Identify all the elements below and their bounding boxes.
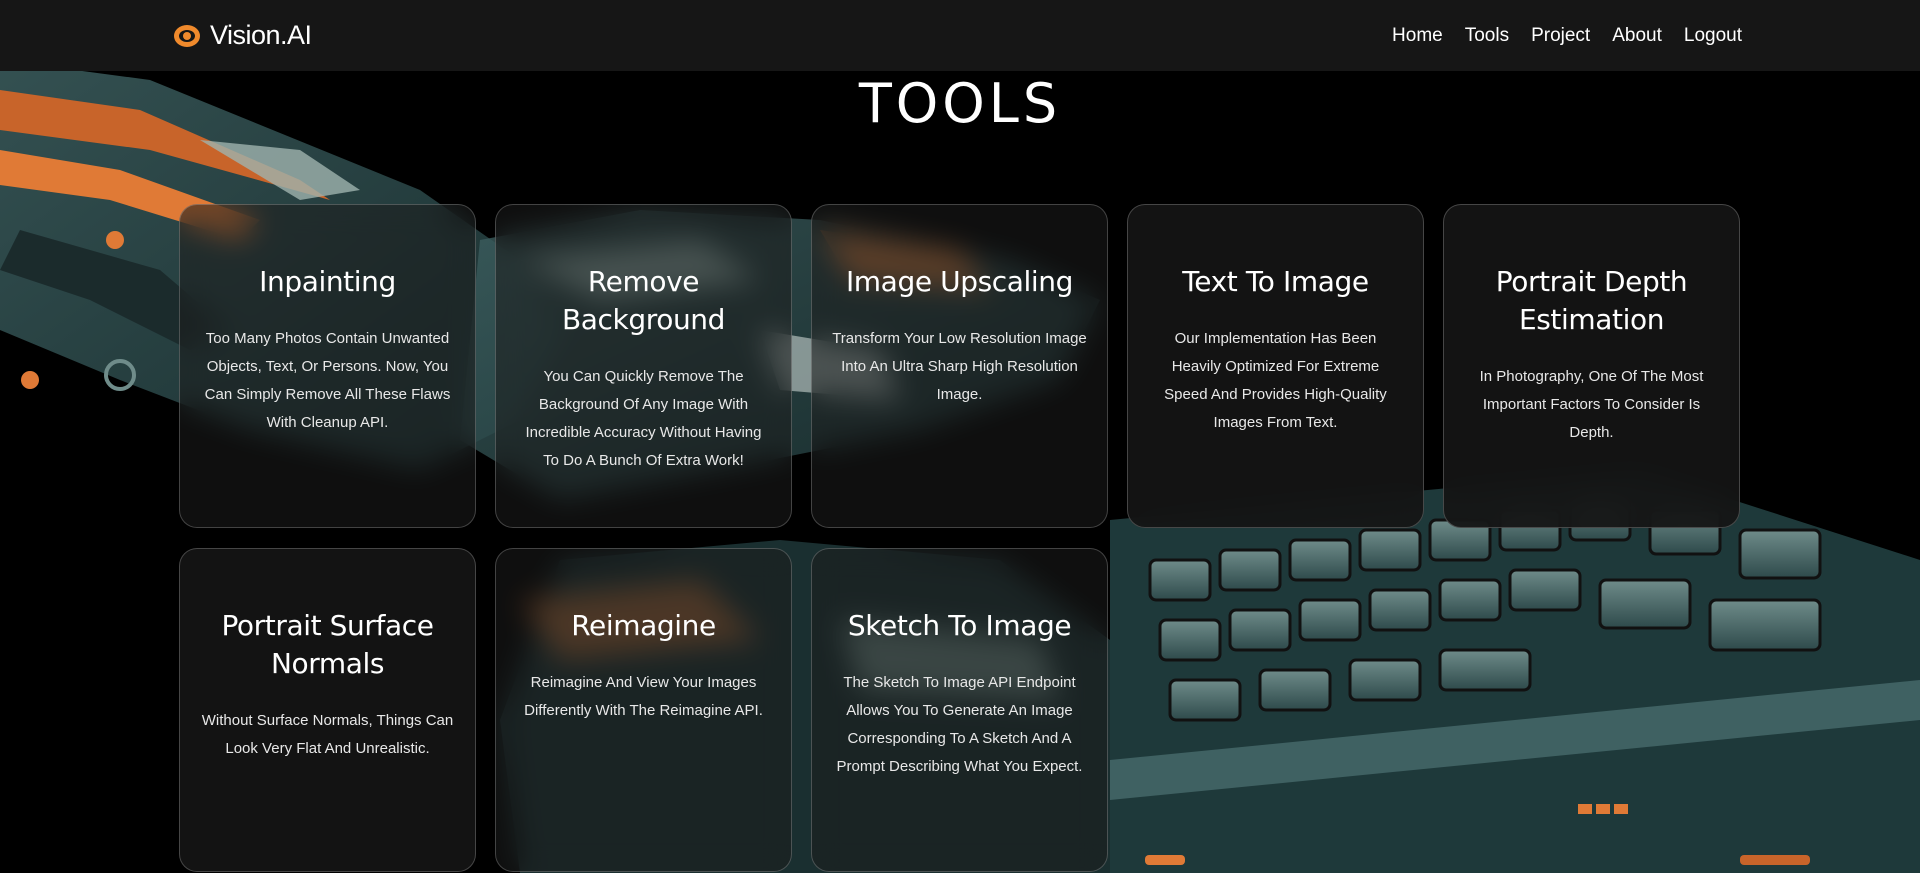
nav-link-home[interactable]: Home xyxy=(1392,25,1443,47)
tool-card-reimagine[interactable]: Reimagine Reimagine And View Your Images… xyxy=(495,548,792,872)
nav-link-about[interactable]: About xyxy=(1612,25,1662,47)
eye-icon xyxy=(172,21,202,51)
main-nav: Home Tools Project About Logout xyxy=(1392,25,1742,47)
tool-card-sketch-to-image[interactable]: Sketch To Image The Sketch To Image API … xyxy=(811,548,1108,872)
tool-card-image-upscaling[interactable]: Image Upscaling Transform Your Low Resol… xyxy=(811,204,1108,528)
tool-card-title: Portrait Surface Normals xyxy=(221,609,434,680)
brand-logo[interactable]: Vision.AI xyxy=(172,20,312,51)
tool-card-title: Reimagine xyxy=(571,609,716,642)
tool-card-description: The Sketch To Image API Endpoint Allows … xyxy=(836,674,1083,775)
tool-card-description: You Can Quickly Remove The Background Of… xyxy=(525,368,762,469)
nav-link-tools[interactable]: Tools xyxy=(1465,25,1509,47)
tool-card-description: Too Many Photos Contain Unwanted Objects… xyxy=(204,330,451,431)
tool-card-description: In Photography, One Of The Most Importan… xyxy=(1479,368,1704,441)
tool-card-title: Portrait Depth Estimation xyxy=(1495,265,1688,336)
page-title: TOOLS xyxy=(858,72,1062,135)
tool-card-portrait-surface-normals[interactable]: Portrait Surface Normals Without Surface… xyxy=(179,548,476,872)
nav-link-logout[interactable]: Logout xyxy=(1684,25,1742,47)
tool-card-description: Without Surface Normals, Things Can Look… xyxy=(201,712,454,757)
tool-card-inpainting[interactable]: Inpainting Too Many Photos Contain Unwan… xyxy=(179,204,476,528)
tool-card-title: Image Upscaling xyxy=(845,265,1074,298)
tool-card-text-to-image[interactable]: Text To Image Our Implementation Has Bee… xyxy=(1127,204,1424,528)
tool-card-title: Remove Background xyxy=(561,265,726,336)
tool-card-portrait-depth-estimation[interactable]: Portrait Depth Estimation In Photography… xyxy=(1443,204,1740,528)
brand-name: Vision.AI xyxy=(210,20,312,50)
tool-card-description: Reimagine And View Your Images Different… xyxy=(524,674,763,719)
nav-link-project[interactable]: Project xyxy=(1531,25,1590,47)
tool-card-remove-background[interactable]: Remove Background You Can Quickly Remove… xyxy=(495,204,792,528)
tool-card-description: Our Implementation Has Been Heavily Opti… xyxy=(1164,330,1387,431)
navbar: Vision.AI Home Tools Project About Logou… xyxy=(0,0,1920,71)
tool-card-title: Text To Image xyxy=(1182,265,1369,298)
tool-card-title: Inpainting xyxy=(259,265,396,298)
tools-grid: Inpainting Too Many Photos Contain Unwan… xyxy=(179,204,1740,872)
tool-card-title: Sketch To Image xyxy=(847,609,1072,642)
tool-card-description: Transform Your Low Resolution Image Into… xyxy=(832,330,1087,403)
